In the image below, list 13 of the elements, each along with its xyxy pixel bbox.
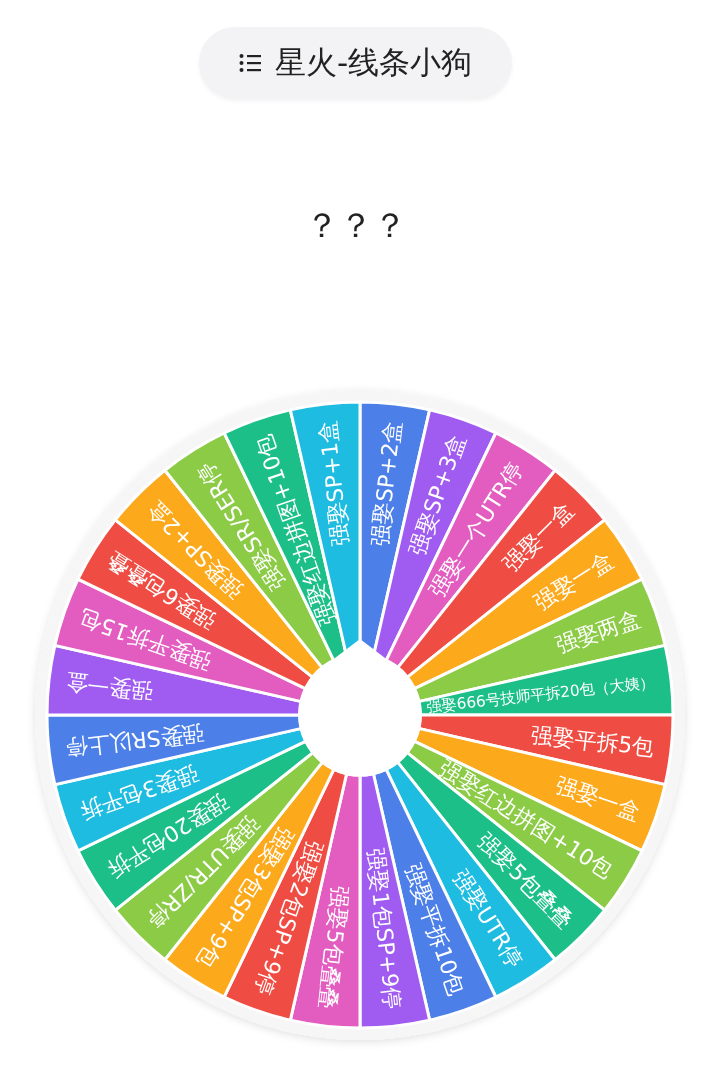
result-text: ？？？ [303,205,408,245]
segment-label: 强娶一盒 [552,771,644,825]
segment-label: 强娶平拆5包 [529,721,656,761]
segment-label: 强娶666号技师平拆20包（大姨） [425,672,656,717]
list-icon [238,53,261,73]
segment-label: 强娶两盒 [552,605,644,659]
segment-label: 强娶SP+2盒 [366,419,406,548]
segment-label: 强娶一盒 [64,669,155,705]
wheel-title-button[interactable]: 星火-线条小狗 [198,27,513,99]
spin-pointer[interactable] [298,639,422,777]
segment-label: 强娶SR以上停 [64,720,206,761]
segment-label: 强娶SP+1盒 [314,419,354,548]
segment-label: 强娶5包叠叠 [314,884,354,1011]
